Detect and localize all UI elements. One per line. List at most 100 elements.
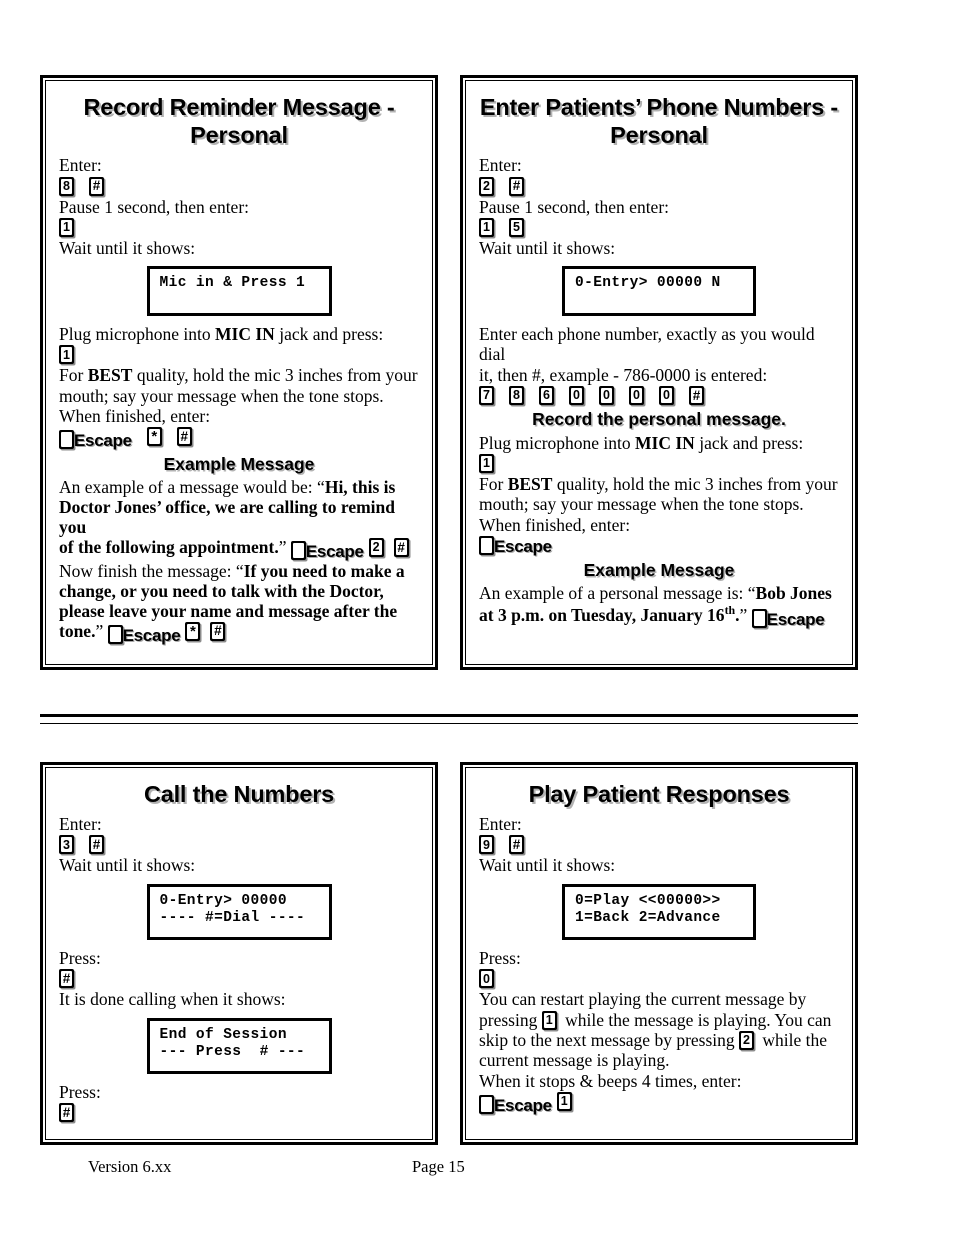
label-press: Press: <box>479 948 521 969</box>
key-hash[interactable]: # <box>509 176 524 196</box>
key-hash[interactable]: # <box>89 176 104 196</box>
label-done-calling: It is done calling when it shows: <box>59 989 286 1010</box>
keyrow-enter-9-hash: 9 # <box>479 835 839 855</box>
escape-key-icon <box>107 624 123 644</box>
key-hash[interactable]: # <box>393 537 409 557</box>
escape-button[interactable]: Escape <box>59 430 132 450</box>
key-3[interactable]: 3 <box>59 835 74 855</box>
restart-pre: pressing <box>479 1009 542 1030</box>
label-enter: Enter: <box>59 814 102 835</box>
key-hash[interactable]: # <box>89 835 104 855</box>
key-1[interactable]: 1 <box>479 217 494 237</box>
key-1[interactable]: 1 <box>59 217 74 237</box>
best-post: quality, hold the mic 3 inches from your <box>132 365 418 386</box>
ex-intro: An example of a message would be: “ <box>59 477 325 498</box>
document-page: Record Reminder Message - Personal Enter… <box>0 0 954 1235</box>
label-plug-microphone: Plug microphone into MIC IN jack and pre… <box>479 433 839 453</box>
key-star[interactable]: * <box>185 621 201 641</box>
skip-pre: skip to the next message by pressing <box>479 1030 740 1051</box>
key-8[interactable]: 8 <box>509 385 524 405</box>
mic-in-bold: MIC IN <box>635 432 695 453</box>
escape-button[interactable]: Escape <box>479 1094 552 1115</box>
key-star[interactable]: * <box>146 427 162 447</box>
key-0[interactable]: 0 <box>479 969 494 989</box>
ordinal-suffix: th <box>724 602 736 617</box>
label-best-quality: For BEST quality, hold the mic 3 inches … <box>479 474 839 494</box>
key-9[interactable]: 9 <box>479 835 494 855</box>
subhead-record-personal-message: Record the personal message. <box>532 408 786 429</box>
label-restart-line2: pressing 1 while the message is playing.… <box>479 1010 839 1030</box>
keyrow-phone-number-example: 7 8 6 0 0 0 0 # <box>479 385 839 405</box>
escape-label: Escape <box>494 537 552 557</box>
best-post: quality, hold the mic 3 inches from your <box>552 474 838 495</box>
plug-text-post: jack and press: <box>694 432 804 453</box>
lcd-display-entry: 0-Entry> 00000 N <box>562 266 756 316</box>
subhead-example-message: Example Message <box>583 560 735 581</box>
key-2[interactable]: 2 <box>479 176 494 196</box>
escape-key-icon <box>59 430 74 450</box>
escape-label: Escape <box>494 1095 552 1115</box>
escape-button[interactable]: Escape <box>107 624 181 646</box>
key-8[interactable]: 8 <box>59 176 74 196</box>
escape-button[interactable]: Escape <box>479 536 552 556</box>
key-1[interactable]: 1 <box>479 454 494 474</box>
escape-button[interactable]: Escape <box>751 608 825 630</box>
key-0[interactable]: 0 <box>659 385 674 405</box>
label-best-quality-line2: mouth; say your message when the tone st… <box>479 494 804 515</box>
ex-intro: An example of a personal message is: “ <box>479 583 756 604</box>
lcd-display-entry-dial: 0-Entry> 00000 ---- #=Dial ---- <box>146 883 332 941</box>
label-wait-until-shows: Wait until it shows: <box>479 237 616 258</box>
key-hash[interactable]: # <box>176 427 192 447</box>
panel-enter-phone-inner: Enter Patients’ Phone Numbers - Personal… <box>465 80 853 665</box>
escape-label: Escape <box>766 609 825 629</box>
label-restart-line4: current message is playing. <box>479 1050 670 1071</box>
label-enter: Enter: <box>59 155 102 176</box>
ex-bold-7: tone. <box>59 620 96 641</box>
lcd-display-mic-in: Mic in & Press 1 <box>146 266 332 316</box>
lcd-line: 0=Play <<00000>> <box>575 892 721 909</box>
plug-text-pre: Plug microphone into <box>59 323 216 344</box>
label-beeps-4-times: When it stops & beeps 4 times, enter: <box>479 1070 742 1091</box>
key-0[interactable]: 0 <box>629 385 644 405</box>
key-hash[interactable]: # <box>689 385 704 405</box>
best-pre: For <box>59 365 88 386</box>
escape-key-icon <box>751 608 767 628</box>
ex-close-2: ” <box>95 620 104 641</box>
key-hash[interactable]: # <box>509 835 524 855</box>
keyrow-press-hash: # <box>59 969 419 989</box>
key-1[interactable]: 1 <box>556 1091 572 1111</box>
label-best-quality-line2: mouth; say your message when the tone st… <box>59 385 384 406</box>
key-hash[interactable]: # <box>59 969 74 989</box>
lcd-display-end-of-session: End of Session --- Press # --- <box>146 1017 332 1075</box>
keyrow-enter-8-hash: 8 # <box>59 176 419 196</box>
key-hash[interactable]: # <box>59 1103 74 1123</box>
label-enter: Enter: <box>479 814 522 835</box>
escape-button[interactable]: Escape <box>290 540 364 562</box>
key-7[interactable]: 7 <box>479 385 494 405</box>
ex-bold-3: of the following appointment. <box>59 536 279 557</box>
label-plug-microphone: Plug microphone into MIC IN jack and pre… <box>59 324 419 344</box>
ex-close-1: ” <box>278 536 287 557</box>
key-2[interactable]: 2 <box>368 537 384 557</box>
key-1[interactable]: 1 <box>59 345 74 365</box>
lcd-line: ---- #=Dial ---- <box>159 910 306 927</box>
ex-bold-1: Bob Jones <box>755 583 832 604</box>
keyrow-enter-2-hash: 2 # <box>479 176 839 196</box>
example-personal-message-line1: An example of a personal message is: “Bo… <box>479 583 839 604</box>
label-press-2: Press: <box>59 1082 101 1103</box>
lcd-line: 0-Entry> 00000 <box>159 892 287 909</box>
key-2[interactable]: 2 <box>739 1031 755 1051</box>
lcd-line: End of Session <box>159 1026 287 1043</box>
example-message-line3: of the following appointment.” Escape 2 # <box>59 536 419 562</box>
label-wait-until-shows: Wait until it shows: <box>59 855 196 876</box>
label-when-finished: When finished, enter: <box>479 514 631 535</box>
key-5[interactable]: 5 <box>509 217 524 237</box>
keyrow-press-0: 0 <box>479 969 839 989</box>
key-6[interactable]: 6 <box>539 385 554 405</box>
restart-post: while the message is playing. You can <box>560 1009 832 1030</box>
key-0[interactable]: 0 <box>569 385 584 405</box>
label-enter-each-phone-1: Enter each phone number, exactly as you … <box>479 323 815 365</box>
key-0[interactable]: 0 <box>599 385 614 405</box>
key-hash[interactable]: # <box>210 621 226 641</box>
key-1[interactable]: 1 <box>541 1010 557 1030</box>
